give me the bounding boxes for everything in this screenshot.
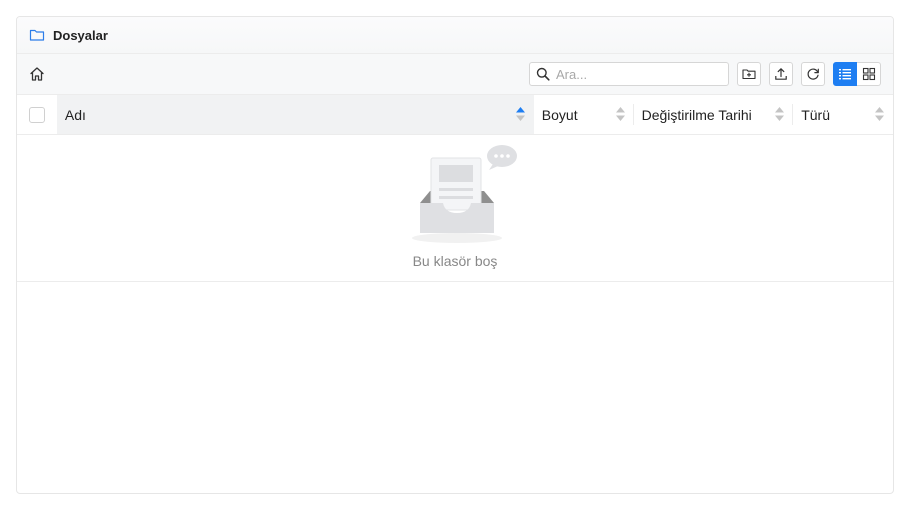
home-icon: [30, 67, 44, 81]
toolbar: [17, 54, 893, 95]
search-icon: [536, 67, 550, 81]
sort-icon: [615, 107, 625, 121]
column-header-size[interactable]: Boyut: [533, 95, 634, 134]
grid-view-button[interactable]: [857, 62, 881, 86]
view-mode-toggle: [833, 62, 881, 86]
column-label-size: Boyut: [541, 106, 578, 123]
window-title: Dosyalar: [53, 27, 108, 43]
empty-state: Bu klasör boş: [17, 135, 893, 282]
column-label-name: Adı: [64, 106, 86, 123]
empty-inbox-illustration: [412, 145, 517, 243]
folder-icon: [29, 27, 45, 43]
select-all-checkbox[interactable]: [28, 106, 45, 123]
column-label-modified: Değiştirilme Tarihi: [641, 106, 752, 123]
list-view-icon: [839, 69, 851, 80]
empty-message: Bu klasör boş: [412, 253, 498, 269]
select-all-cell: [17, 95, 57, 134]
file-browser-panel: Dosyalar Ara... Adı Boyut Değiştirilme T…: [16, 16, 894, 494]
table-header: Adı Boyut Değiştirilme Tarihi Türü: [17, 95, 893, 135]
list-view-button[interactable]: [833, 62, 857, 86]
title-bar: Dosyalar: [17, 17, 893, 54]
upload-icon: [775, 68, 787, 80]
sort-icon: [775, 107, 785, 121]
new-folder-icon: [742, 69, 756, 80]
grid-view-icon: [862, 67, 875, 81]
refresh-icon: [807, 68, 819, 80]
search-box[interactable]: [529, 62, 729, 86]
column-header-name[interactable]: Adı: [56, 95, 534, 134]
refresh-button[interactable]: [801, 62, 825, 86]
home-button[interactable]: [27, 64, 47, 84]
column-label-type: Türü: [801, 106, 831, 123]
sort-ascending-icon: [515, 107, 525, 121]
new-folder-button[interactable]: [737, 62, 761, 86]
column-header-type[interactable]: Türü: [793, 95, 893, 134]
upload-button[interactable]: [769, 62, 793, 86]
column-header-modified[interactable]: Değiştirilme Tarihi: [633, 95, 794, 134]
sort-icon: [875, 107, 884, 121]
search-input[interactable]: [554, 65, 718, 83]
